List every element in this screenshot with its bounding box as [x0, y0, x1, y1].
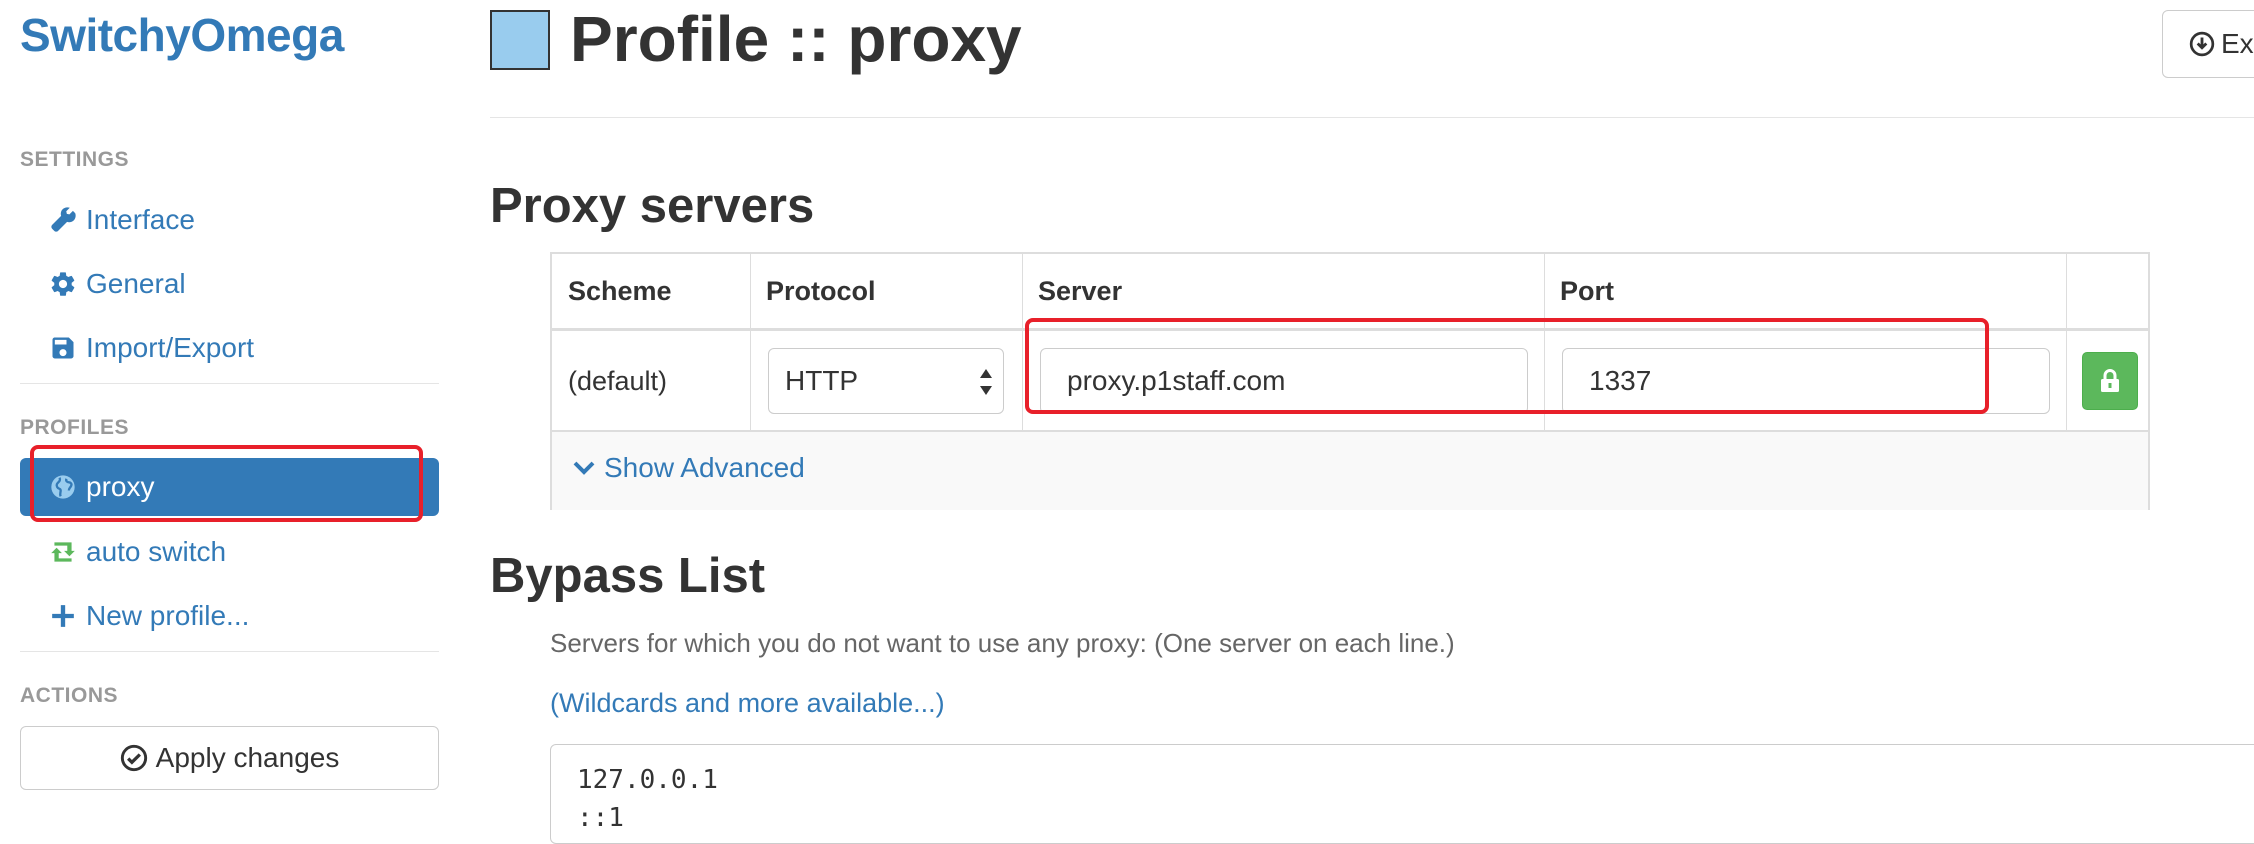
sidebar-item-general[interactable]: General [20, 255, 439, 313]
sidebar-item-new-profile[interactable]: New profile... [20, 587, 439, 645]
show-advanced-link[interactable]: Show Advanced [572, 452, 805, 484]
apply-changes-label: Apply changes [155, 742, 340, 773]
proxy-servers-table: Scheme Protocol Server Port (default) HT… [550, 252, 2150, 510]
sidebar-item-proxy[interactable]: proxy [20, 458, 439, 516]
column-header-protocol: Protocol [766, 275, 876, 306]
sidebar-item-import-export[interactable]: Import/Export [20, 319, 439, 377]
show-advanced-label: Show Advanced [604, 452, 805, 483]
bypass-list-textarea[interactable]: 127.0.0.1 ::1 [550, 744, 2254, 844]
column-header-port: Port [1560, 275, 1614, 306]
protocol-select[interactable]: HTTP [768, 348, 1004, 414]
profile-color-swatch[interactable] [490, 10, 550, 70]
save-icon [48, 333, 78, 363]
header-divider [490, 117, 2254, 118]
proxy-servers-title: Proxy servers [490, 179, 815, 233]
server-input[interactable]: proxy.p1staff.com [1040, 348, 1528, 414]
divider [20, 383, 439, 384]
lock-icon [2098, 368, 2122, 394]
bypass-help-text: Servers for which you do not want to use… [550, 628, 1455, 658]
auth-lock-button[interactable] [2082, 352, 2138, 410]
sidebar-item-label: New profile... [86, 600, 250, 631]
chevron-down-icon [572, 458, 596, 478]
sidebar: SwitchyOmega SETTINGS Interface General … [0, 0, 460, 814]
server-input-value: proxy.p1staff.com [1067, 365, 1286, 396]
export-button[interactable]: Ex [2162, 10, 2254, 78]
sidebar-item-label: General [86, 268, 186, 299]
column-header-server: Server [1038, 275, 1123, 306]
sidebar-item-auto-switch[interactable]: auto switch [20, 523, 439, 581]
scheme-cell: (default) [568, 366, 668, 396]
grid-line [2066, 254, 2067, 432]
sidebar-item-label: proxy [86, 471, 155, 502]
page-title: Profile :: proxy [570, 3, 1022, 75]
grid-line [1022, 254, 1023, 432]
grid-line [552, 328, 2148, 331]
protocol-select-value: HTTP [785, 365, 859, 396]
sidebar-item-interface[interactable]: Interface [20, 191, 439, 249]
download-icon [2189, 31, 2215, 57]
retweet-icon [48, 537, 78, 567]
port-input-value: 1337 [1589, 365, 1652, 396]
advanced-row: Show Advanced [552, 432, 2148, 510]
sidebar-item-label: Import/Export [86, 332, 255, 363]
profiles-header: PROFILES [20, 416, 130, 439]
bypass-list-title: Bypass List [490, 549, 766, 603]
actions-header: ACTIONS [20, 684, 118, 707]
column-header-scheme: Scheme [568, 275, 672, 306]
bypass-line: 127.0.0.1 [577, 765, 718, 795]
port-input[interactable]: 1337 [1562, 348, 2050, 414]
wildcards-link[interactable]: (Wildcards and more available...) [550, 688, 945, 719]
divider [20, 651, 439, 652]
grid-line [1544, 254, 1545, 432]
wrench-icon [48, 205, 78, 235]
check-circle-icon [120, 744, 148, 772]
gear-icon [48, 269, 78, 299]
plus-icon [48, 601, 78, 631]
grid-line [750, 254, 751, 432]
export-label: Ex [2221, 28, 2254, 59]
brand-title[interactable]: SwitchyOmega [20, 8, 344, 62]
select-arrows-icon [979, 367, 993, 397]
apply-changes-button[interactable]: Apply changes [20, 726, 439, 790]
settings-header: SETTINGS [20, 148, 130, 171]
globe-icon [48, 472, 78, 502]
bypass-line: ::1 [577, 803, 624, 833]
sidebar-item-label: auto switch [86, 536, 227, 567]
sidebar-item-label: Interface [86, 204, 195, 235]
